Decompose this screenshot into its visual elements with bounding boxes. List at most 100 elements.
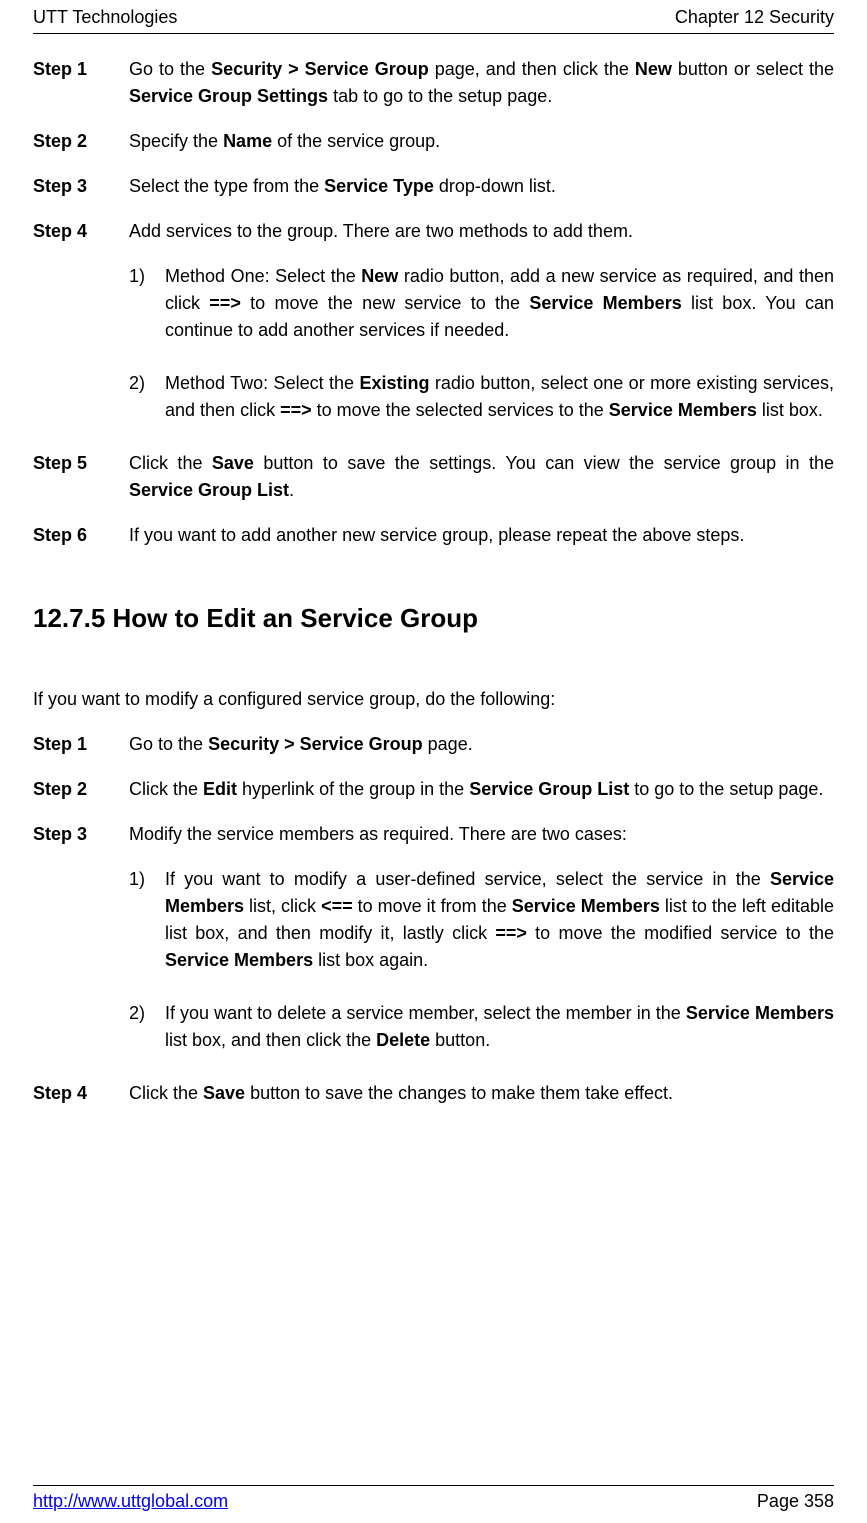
step-row: Step 1Go to the Security > Service Group…	[33, 731, 834, 758]
step-row: Step 3Modify the service members as requ…	[33, 821, 834, 848]
sub-item-number: 2)	[129, 1000, 165, 1054]
bold-text: Delete	[376, 1030, 430, 1050]
bold-text: Service Members	[609, 400, 757, 420]
step-body: Add services to the group. There are two…	[129, 218, 834, 245]
text-run: list box, and then click the	[165, 1030, 376, 1050]
bold-text: Service Type	[324, 176, 434, 196]
bold-text: Save	[212, 453, 254, 473]
header-right: Chapter 12 Security	[675, 4, 834, 31]
step-row: Step 6If you want to add another new ser…	[33, 522, 834, 549]
text-run: Go to the	[129, 734, 208, 754]
text-run: to move it from the	[353, 896, 512, 916]
text-run: list, click	[244, 896, 321, 916]
bold-text: Security > Service Group	[208, 734, 423, 754]
section-add-service-group: Step 1Go to the Security > Service Group…	[33, 56, 834, 549]
text-run: drop-down list.	[434, 176, 556, 196]
bold-text: Name	[223, 131, 272, 151]
sub-item-body: Method One: Select the New radio button,…	[165, 263, 834, 344]
text-run: Add services to the group. There are two…	[129, 221, 633, 241]
step-row: Step 2Specify the Name of the service gr…	[33, 128, 834, 155]
text-run: button to save the changes to make them …	[245, 1083, 673, 1103]
step-body: Click the Save button to save the settin…	[129, 450, 834, 504]
bold-text: Service Members	[529, 293, 681, 313]
sub-list: 1)Method One: Select the New radio butto…	[129, 263, 834, 424]
text-run: to go to the setup page.	[629, 779, 823, 799]
sub-item: 2)If you want to delete a service member…	[129, 1000, 834, 1054]
sub-item-number: 1)	[129, 866, 165, 974]
bold-text: New	[361, 266, 398, 286]
step-label: Step 4	[33, 218, 129, 245]
text-run: page.	[423, 734, 473, 754]
text-run: Click the	[129, 779, 203, 799]
text-run: button or select the	[672, 59, 834, 79]
step-body: Modify the service members as required. …	[129, 821, 834, 848]
section-intro: If you want to modify a configured servi…	[33, 686, 834, 713]
step-row: Step 1Go to the Security > Service Group…	[33, 56, 834, 110]
sub-item: 1)If you want to modify a user-defined s…	[129, 866, 834, 974]
bold-text: Service Group List	[129, 480, 289, 500]
sub-list: 1)If you want to modify a user-defined s…	[129, 866, 834, 1054]
text-run: Specify the	[129, 131, 223, 151]
text-run: button.	[430, 1030, 490, 1050]
sub-item: 2)Method Two: Select the Existing radio …	[129, 370, 834, 424]
text-run: hyperlink of the group in the	[237, 779, 469, 799]
text-run: list box.	[757, 400, 823, 420]
text-run: of the service group.	[272, 131, 440, 151]
document-page: UTT Technologies Chapter 12 Security Ste…	[0, 0, 867, 1523]
text-run: tab to go to the setup page.	[328, 86, 552, 106]
bold-text: Service Members	[512, 896, 660, 916]
text-run: .	[289, 480, 294, 500]
footer-link[interactable]: http://www.uttglobal.com	[33, 1488, 228, 1515]
text-run: button to save the settings. You can vie…	[254, 453, 834, 473]
sub-item-body: If you want to modify a user-defined ser…	[165, 866, 834, 974]
section-heading: 12.7.5 How to Edit an Service Group	[33, 599, 834, 638]
text-run: to move the selected services to the	[312, 400, 609, 420]
bold-text: ==>	[209, 293, 241, 313]
step-body: Click the Edit hyperlink of the group in…	[129, 776, 834, 803]
step-body: Select the type from the Service Type dr…	[129, 173, 834, 200]
text-run: Select the type from the	[129, 176, 324, 196]
bold-text: Existing	[359, 373, 429, 393]
text-run: If you want to modify a user-defined ser…	[165, 869, 770, 889]
text-run: to move the modified service to the	[527, 923, 834, 943]
footer-page-number: Page 358	[757, 1488, 834, 1515]
page-content: Step 1Go to the Security > Service Group…	[33, 34, 834, 1107]
step-label: Step 6	[33, 522, 129, 549]
bold-text: Security > Service Group	[211, 59, 429, 79]
step-body: Specify the Name of the service group.	[129, 128, 834, 155]
text-run: page, and then click the	[429, 59, 635, 79]
bold-text: Service Group Settings	[129, 86, 328, 106]
sub-item-body: If you want to delete a service member, …	[165, 1000, 834, 1054]
text-run: If you want to delete a service member, …	[165, 1003, 686, 1023]
text-run: Click the	[129, 453, 212, 473]
bold-text: Edit	[203, 779, 237, 799]
step-body: Click the Save button to save the change…	[129, 1080, 834, 1107]
text-run: to move the new service to the	[241, 293, 529, 313]
section-edit-service-group: Step 1Go to the Security > Service Group…	[33, 731, 834, 1107]
step-label: Step 3	[33, 821, 129, 848]
step-body: If you want to add another new service g…	[129, 522, 834, 549]
step-row: Step 2Click the Edit hyperlink of the gr…	[33, 776, 834, 803]
step-row: Step 3Select the type from the Service T…	[33, 173, 834, 200]
bold-text: Service Group List	[469, 779, 629, 799]
sub-item-number: 1)	[129, 263, 165, 344]
step-row: Step 5Click the Save button to save the …	[33, 450, 834, 504]
text-run: Modify the service members as required. …	[129, 824, 627, 844]
step-row: Step 4Click the Save button to save the …	[33, 1080, 834, 1107]
step-body: Go to the Security > Service Group page,…	[129, 56, 834, 110]
step-row: Step 4Add services to the group. There a…	[33, 218, 834, 245]
text-run: If you want to add another new service g…	[129, 525, 744, 545]
bold-text: New	[635, 59, 672, 79]
sub-item-number: 2)	[129, 370, 165, 424]
text-run: Go to the	[129, 59, 211, 79]
header-left: UTT Technologies	[33, 4, 177, 31]
sub-item-body: Method Two: Select the Existing radio bu…	[165, 370, 834, 424]
step-label: Step 4	[33, 1080, 129, 1107]
page-header: UTT Technologies Chapter 12 Security	[33, 0, 834, 34]
step-label: Step 5	[33, 450, 129, 504]
step-body: Go to the Security > Service Group page.	[129, 731, 834, 758]
step-label: Step 2	[33, 776, 129, 803]
bold-text: Service Members	[686, 1003, 834, 1023]
text-run: Method One: Select the	[165, 266, 361, 286]
sub-item: 1)Method One: Select the New radio butto…	[129, 263, 834, 344]
